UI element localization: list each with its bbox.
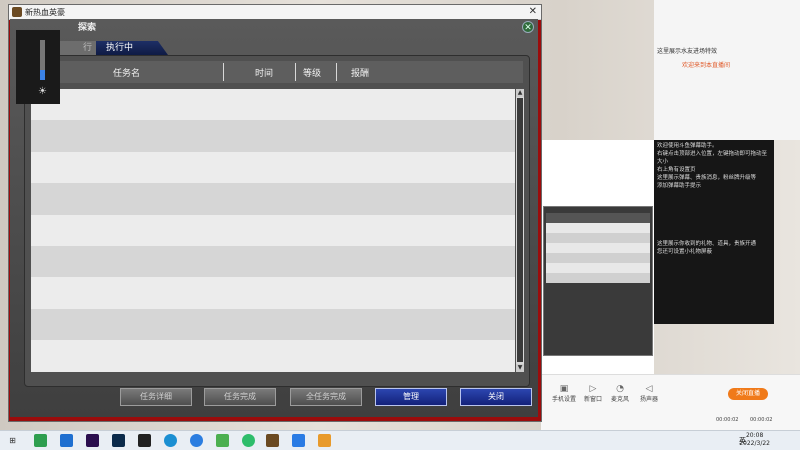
task-rows bbox=[31, 89, 515, 372]
side-line-2: 欢迎来到本直播间 bbox=[682, 62, 731, 69]
browser-icon[interactable] bbox=[190, 434, 203, 447]
chat-line: 添加弹幕助手提示 bbox=[657, 183, 702, 189]
game-taskbar-icon[interactable] bbox=[266, 434, 279, 447]
volume-level bbox=[40, 70, 45, 80]
table-row[interactable] bbox=[31, 308, 515, 341]
photoshop-icon[interactable] bbox=[112, 434, 125, 447]
table-row[interactable] bbox=[31, 277, 515, 309]
phone-icon: ▣ bbox=[559, 384, 569, 394]
chat-line: 欢迎使用斗鱼弹幕助手。 bbox=[657, 143, 718, 149]
column-divider bbox=[295, 63, 296, 81]
stream-preview bbox=[541, 140, 654, 374]
task-complete-button[interactable]: 任务完成 bbox=[204, 388, 276, 406]
table-row[interactable] bbox=[31, 183, 515, 215]
table-row[interactable] bbox=[31, 214, 515, 246]
chat-line: 右键点击顶部进入位置，左键拖动即可拖动至大小 bbox=[657, 151, 768, 165]
column-time[interactable]: 时间 bbox=[255, 66, 273, 79]
clock-date: 2022/3/22 bbox=[739, 440, 770, 447]
chat-line: 右上角有设置页 bbox=[657, 167, 696, 173]
tab-in-progress[interactable]: 执行中 bbox=[96, 41, 168, 55]
upload-icon[interactable] bbox=[216, 434, 229, 447]
speaker-button[interactable]: ◁ 扬声器 bbox=[637, 384, 661, 403]
task-table: 任务名 时间 等级 报酬 ▲ ▼ bbox=[24, 55, 530, 387]
system-clock[interactable]: 20:08 2022/3/22 bbox=[739, 432, 770, 448]
tool-label: 新窗口 bbox=[583, 396, 602, 403]
microphone-icon: ◔ bbox=[616, 384, 624, 394]
wechat-icon[interactable] bbox=[242, 434, 255, 447]
danmaku-side-panel: 这里展示水友进场特效 欢迎来到本直播间 bbox=[654, 0, 800, 140]
window-close-icon[interactable]: ✕ bbox=[529, 6, 537, 17]
table-row[interactable] bbox=[31, 151, 515, 184]
chat-line: 这里展示弹幕、贵族消息，粉丝牌升级等 bbox=[657, 175, 757, 181]
new-window-button[interactable]: ▷ 新窗口 bbox=[581, 384, 605, 403]
close-button[interactable]: 关闭 bbox=[460, 388, 532, 406]
stop-live-button[interactable]: 关闭直播 bbox=[728, 388, 768, 400]
app-icon[interactable] bbox=[292, 434, 305, 447]
column-level[interactable]: 等级 bbox=[303, 66, 321, 79]
explore-panel: 探索 ✕ 行 执行中 任务名 时间 等级 报酬 ▲ ▼ 任务详细 任务完成 全任… bbox=[10, 19, 538, 417]
app-icon[interactable] bbox=[34, 434, 47, 447]
window-title: 新热血英豪 bbox=[25, 7, 65, 17]
windows-start-icon[interactable]: ⊞ bbox=[6, 434, 19, 447]
window-titlebar: 新热血英豪 ✕ bbox=[9, 5, 541, 20]
table-row[interactable] bbox=[31, 89, 515, 121]
timer-left: 00:00:02 bbox=[716, 417, 739, 423]
table-scrollbar[interactable]: ▲ ▼ bbox=[516, 89, 524, 372]
scroll-up-icon[interactable]: ▲ bbox=[516, 89, 524, 97]
app-icon bbox=[12, 7, 22, 17]
edge-icon[interactable] bbox=[164, 434, 177, 447]
brightness-icon: ☀ bbox=[38, 86, 47, 97]
task-detail-button[interactable]: 任务详细 bbox=[120, 388, 192, 406]
preview-thumbnail bbox=[543, 206, 653, 356]
premiere-icon[interactable] bbox=[86, 434, 99, 447]
scroll-down-icon[interactable]: ▼ bbox=[516, 364, 524, 372]
tool-label: 手机设置 bbox=[552, 396, 577, 403]
microphone-button[interactable]: ◔ 麦克风 bbox=[608, 384, 632, 403]
panel-title: 探索 bbox=[78, 23, 97, 33]
table-header: 任务名 时间 等级 报酬 bbox=[31, 61, 523, 83]
table-row[interactable] bbox=[31, 120, 515, 152]
table-row[interactable] bbox=[31, 245, 515, 278]
manage-button[interactable]: 管理 bbox=[375, 388, 447, 406]
window-icon: ▷ bbox=[589, 384, 597, 394]
complete-all-button[interactable]: 全任务完成 bbox=[290, 388, 362, 406]
speaker-icon: ◁ bbox=[645, 384, 653, 394]
app-icon[interactable] bbox=[318, 434, 331, 447]
timer-right: 00:00:02 bbox=[750, 417, 773, 423]
qq-icon[interactable] bbox=[138, 434, 151, 447]
scroll-thumb[interactable] bbox=[517, 98, 523, 362]
taskbar: ⊞ 英 20:08 2022/3/22 bbox=[0, 430, 800, 450]
phone-settings-button[interactable]: ▣ 手机设置 bbox=[552, 384, 576, 403]
side-line-1: 这里展示水友进场特效 bbox=[657, 48, 718, 55]
panel-close-icon[interactable]: ✕ bbox=[522, 21, 534, 33]
table-row[interactable] bbox=[31, 340, 515, 372]
column-divider bbox=[336, 63, 337, 81]
column-task-name[interactable]: 任务名 bbox=[113, 66, 140, 79]
app-icon[interactable] bbox=[60, 434, 73, 447]
chat-line: 您还可设置小礼物屏蔽 bbox=[657, 249, 713, 255]
chat-line: 这里展示你收到的礼物、道具，贵族开通 bbox=[657, 241, 757, 247]
tool-label: 麦克风 bbox=[610, 396, 629, 403]
column-reward[interactable]: 报酬 bbox=[351, 66, 369, 79]
clock-time: 20:08 bbox=[745, 432, 764, 439]
danmaku-chat-box: 欢迎使用斗鱼弹幕助手。 右键点击顶部进入位置，左键拖动即可拖动至大小 右上角有设… bbox=[654, 140, 774, 324]
volume-overlay: ☀ bbox=[16, 30, 60, 104]
tool-label: 扬声器 bbox=[639, 396, 658, 403]
column-divider bbox=[223, 63, 224, 81]
